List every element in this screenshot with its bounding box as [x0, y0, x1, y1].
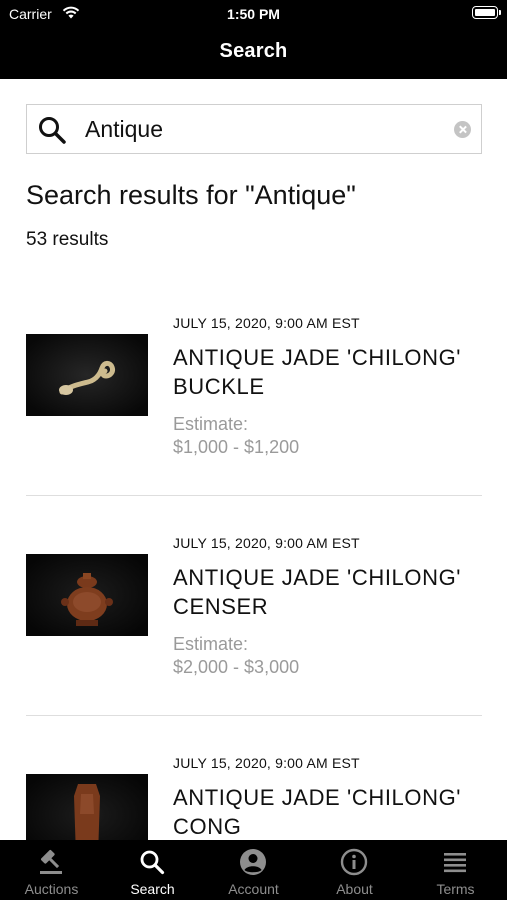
search-icon — [140, 850, 165, 875]
result-item[interactable]: JULY 15, 2020, 9:00 AM EST ANTIQUE JADE … — [26, 300, 482, 520]
list-icon — [444, 853, 466, 873]
result-thumbnail[interactable] — [26, 774, 148, 840]
account-icon — [240, 849, 266, 875]
estimate-range: $1,000 - $1,200 — [173, 437, 300, 457]
tab-label: Search — [130, 881, 175, 897]
jade-buckle-image — [26, 334, 148, 416]
divider — [26, 715, 482, 716]
tab-label: Terms — [436, 881, 475, 897]
tab-bar: Auctions Search Account About Terms — [0, 840, 507, 900]
result-date: JULY 15, 2020, 9:00 AM EST — [173, 535, 360, 551]
tab-search[interactable]: Search — [102, 840, 203, 900]
results-count: 53 results — [26, 229, 109, 250]
result-title[interactable]: ANTIQUE JADE 'CHILONG' BUCKLE — [173, 343, 493, 401]
result-date: JULY 15, 2020, 9:00 AM EST — [173, 755, 360, 771]
status-bar: Carrier 1:50 PM — [0, 0, 507, 30]
result-date: JULY 15, 2020, 9:00 AM EST — [173, 315, 360, 331]
result-item[interactable]: JULY 15, 2020, 9:00 AM EST ANTIQUE JADE … — [26, 740, 482, 840]
result-title[interactable]: ANTIQUE JADE 'CHILONG' CENSER — [173, 563, 493, 621]
jade-cong-image — [26, 774, 148, 840]
tab-about[interactable]: About — [304, 840, 405, 900]
result-thumbnail[interactable] — [26, 334, 148, 416]
gavel-icon — [40, 850, 62, 874]
tab-label: Auctions — [24, 881, 79, 897]
tab-account[interactable]: Account — [203, 840, 304, 900]
tab-auctions[interactable]: Auctions — [1, 840, 102, 900]
estimate-label: Estimate: — [173, 634, 249, 654]
tab-label: Account — [228, 881, 279, 897]
tab-label: About — [336, 881, 373, 897]
estimate-range: $2,000 - $3,000 — [173, 657, 300, 677]
info-icon — [340, 848, 368, 876]
search-input[interactable] — [85, 105, 445, 153]
top-bar: Carrier 1:50 PM Search — [0, 0, 507, 79]
results-heading: Search results for "Antique" — [26, 180, 356, 210]
search-field[interactable] — [26, 104, 482, 154]
result-title[interactable]: ANTIQUE JADE 'CHILONG' CONG — [173, 783, 482, 840]
result-thumbnail[interactable] — [26, 554, 148, 636]
tab-terms[interactable]: Terms — [405, 840, 506, 900]
estimate-label: Estimate: — [173, 414, 249, 434]
divider — [26, 495, 482, 496]
status-time: 1:50 PM — [227, 6, 280, 22]
search-icon — [39, 117, 66, 144]
jade-censer-image — [26, 554, 148, 636]
battery-icon — [472, 6, 501, 19]
clear-search-icon[interactable] — [454, 121, 471, 138]
result-item[interactable]: JULY 15, 2020, 9:00 AM EST ANTIQUE JADE … — [26, 520, 482, 740]
page-title: Search — [219, 40, 288, 62]
